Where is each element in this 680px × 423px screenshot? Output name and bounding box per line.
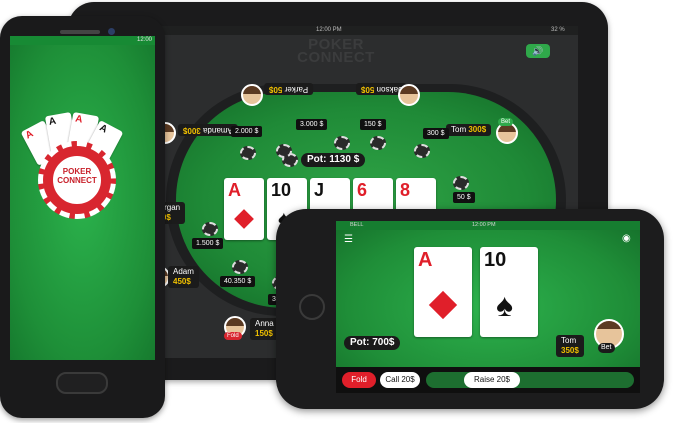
player-name: Anna xyxy=(255,319,274,328)
chip-stack-icon xyxy=(370,136,386,150)
iphone-screen: BELL 12:00 PM ☰ ◉ A 10 ♠ Pot: 700$ Tom 3… xyxy=(336,221,640,393)
card-rank: A xyxy=(418,249,433,271)
iphone-status-bar: BELL 12:00 PM xyxy=(336,221,640,230)
opponent-badge-tom: Bet xyxy=(598,343,615,353)
action-controls-bar: Fold Call 20$ Raise 20$ xyxy=(336,367,640,393)
front-camera-icon xyxy=(108,28,115,35)
eye-icon[interactable]: ◉ xyxy=(622,234,631,244)
hole-card-1: A xyxy=(414,247,472,337)
hole-card-2: 10 ♠ xyxy=(480,247,538,337)
iphone-device: BELL 12:00 PM ☰ ◉ A 10 ♠ Pot: 700$ Tom 3… xyxy=(276,209,664,409)
player-plate-amanda: Amanda 300$ xyxy=(178,124,238,136)
bet-amount: 50 $ xyxy=(453,192,475,203)
chip-stack-icon xyxy=(276,144,292,158)
player-amount: 150$ xyxy=(255,329,273,338)
android-screen: 12:00 A A A A POKER CONNECT xyxy=(10,36,155,360)
player-badge-anna: Fold xyxy=(224,332,242,340)
player-avatar-jakson[interactable] xyxy=(398,84,420,106)
diamond-suit-icon xyxy=(234,209,254,229)
player-name: Tom xyxy=(561,336,577,345)
bet-amount: 1.500 $ xyxy=(192,238,224,249)
iphone-pot-label: Pot: 700$ xyxy=(344,336,401,350)
android-logo-text: POKER CONNECT xyxy=(50,167,104,185)
card-rank: A xyxy=(23,128,36,142)
raise-slider-track[interactable] xyxy=(426,372,634,388)
tablet-status-bar: 12:00 PM 32 % xyxy=(96,26,578,35)
player-plate-anna: Anna 150$ xyxy=(250,318,279,340)
card-rank: J xyxy=(314,180,325,200)
tablet-pot-label: Pot: 1130 $ xyxy=(301,153,366,167)
tablet-logo-line2: CONNECT xyxy=(297,49,375,66)
card-rank: A xyxy=(97,122,110,136)
menu-icon[interactable]: ☰ xyxy=(344,235,356,245)
chip-stack-icon xyxy=(334,136,350,150)
speaker-icon: 🔊 xyxy=(532,46,544,56)
bet-amount: 300 $ xyxy=(423,128,449,139)
card-rank: 6 xyxy=(357,180,368,200)
chip-stack-icon xyxy=(240,146,256,160)
volume-toggle-button[interactable]: 🔊 xyxy=(526,44,550,58)
player-amount: 450$ xyxy=(173,277,191,286)
diamond-suit-icon xyxy=(428,290,458,320)
tablet-status-time: 12:00 PM xyxy=(316,27,342,33)
android-home-button[interactable] xyxy=(56,372,108,394)
chip-stack-icon xyxy=(232,260,248,274)
iphone-status-carrier: BELL xyxy=(350,222,364,228)
player-plate-tom: Tom 300$ xyxy=(446,124,492,136)
player-amount: 300$ xyxy=(183,126,201,135)
chip-stack-icon xyxy=(202,222,218,236)
card-rank: 8 xyxy=(400,180,411,200)
bet-amount: 2.000 $ xyxy=(231,126,263,137)
android-status-bar: 12:00 xyxy=(10,36,155,45)
bet-amount: 40.350 $ xyxy=(220,276,256,287)
card-rank: 10 xyxy=(484,249,507,271)
card-rank: A xyxy=(74,113,84,126)
player-amount: 300$ xyxy=(468,125,487,134)
tablet-logo: POKER CONNECT xyxy=(296,37,376,66)
speaker-grille xyxy=(60,30,100,34)
player-badge-tom: Bet xyxy=(498,118,514,126)
chip-stack-icon xyxy=(453,176,469,190)
player-avatar-parker[interactable] xyxy=(241,84,263,106)
opponent-plate-tom: Tom 350$ xyxy=(556,335,584,357)
player-amount: 350$ xyxy=(561,346,579,355)
iphone-home-button[interactable] xyxy=(299,294,325,320)
raise-button[interactable]: Raise 20$ xyxy=(464,372,520,388)
player-name: Amanda xyxy=(203,126,233,135)
android-status-time: 12:00 xyxy=(136,37,152,43)
call-button[interactable]: Call 20$ xyxy=(380,372,420,388)
player-plate-parker: Parker 50$ xyxy=(264,83,314,95)
player-name: Tom xyxy=(451,125,467,134)
android-logo-line1: POKER xyxy=(62,167,92,176)
card-rank: A xyxy=(48,115,58,128)
player-amount: 50$ xyxy=(269,85,283,94)
card-rank: 10 xyxy=(271,180,292,200)
bet-amount: 3.000 $ xyxy=(296,119,328,130)
player-name: Parker xyxy=(284,85,309,94)
card-rank: A xyxy=(228,180,241,200)
spade-suit-icon: ♠ xyxy=(496,287,513,323)
player-plate-adam: Adam 450$ xyxy=(168,266,199,288)
player-name: Adam xyxy=(173,267,194,276)
community-card-1: A xyxy=(224,178,264,240)
devices-scene: 12:00 PM 32 % POKER CONNECT 🔊 Pot: 1130 … xyxy=(0,0,680,423)
tablet-status-battery: 32 % xyxy=(551,27,565,33)
fold-button[interactable]: Fold xyxy=(342,372,376,388)
android-logo-line2: CONNECT xyxy=(57,176,97,185)
bet-amount: 150 $ xyxy=(360,119,386,130)
iphone-status-time: 12:00 PM xyxy=(472,222,496,228)
player-amount: 50$ xyxy=(361,85,375,94)
chip-stack-icon xyxy=(414,144,430,158)
